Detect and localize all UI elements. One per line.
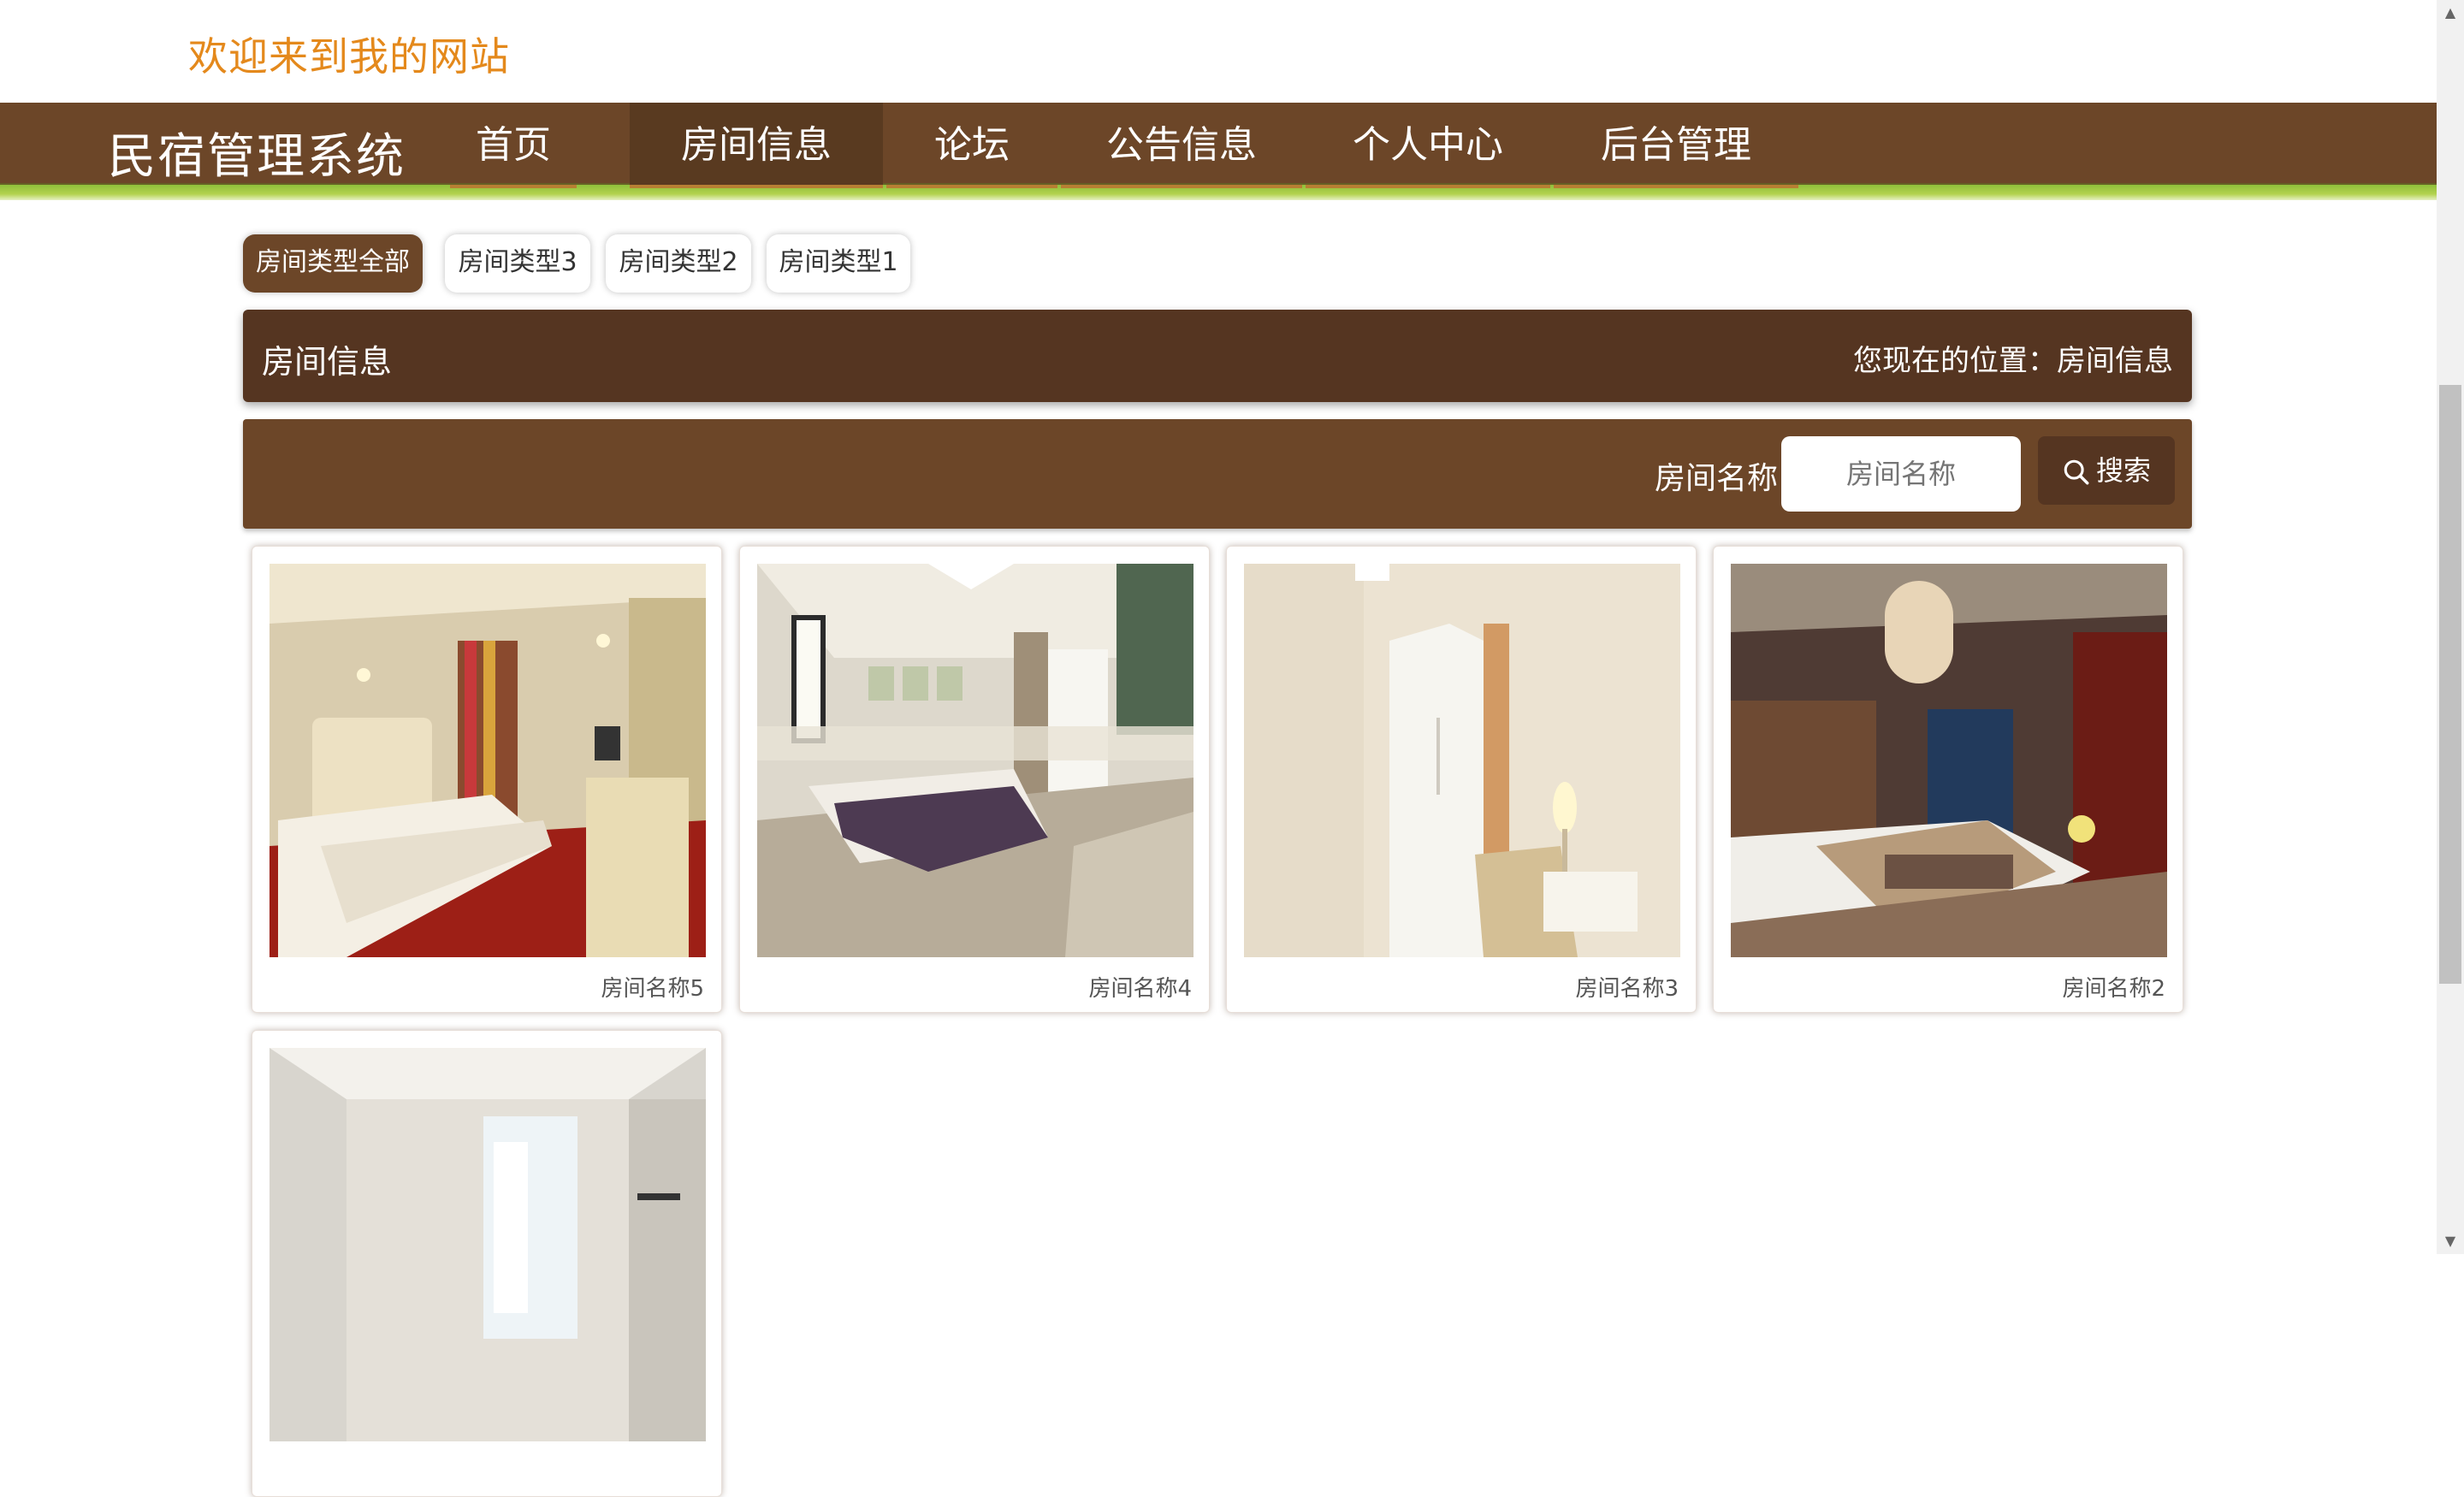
search-bar: 房间名称 搜索 — [243, 419, 2192, 529]
scrollbar-thumb[interactable] — [2439, 385, 2461, 984]
search-input[interactable] — [1781, 436, 2021, 512]
nav-item-profile[interactable]: 个人中心 — [1306, 103, 1550, 188]
search-button[interactable]: 搜索 — [2038, 436, 2175, 505]
page-title: 房间信息 — [262, 343, 393, 381]
room-name: 房间名称2 — [2062, 976, 2165, 1002]
room-card[interactable]: 房间名称2 — [1713, 546, 2183, 1013]
breadcrumb-location: 您现在的位置：房间信息 — [1853, 344, 2173, 378]
filter-chip-type3[interactable]: 房间类型3 — [445, 234, 590, 293]
welcome-text: 欢迎来到我的网站 — [188, 33, 510, 80]
nav-item-admin[interactable]: 后台管理 — [1554, 103, 1798, 188]
search-icon — [2064, 459, 2089, 485]
room-card[interactable]: 房间名称3 — [1226, 546, 1697, 1013]
nav-item-announcements[interactable]: 公告信息 — [1061, 103, 1302, 188]
search-button-label: 搜索 — [2095, 454, 2151, 487]
nav-item-forum[interactable]: 论坛 — [886, 103, 1057, 188]
room-name: 房间名称3 — [1575, 976, 1679, 1002]
filter-chip-all[interactable]: 房间类型全部 — [243, 234, 423, 293]
room-card[interactable]: 房间名称5 — [252, 546, 722, 1013]
room-name: 房间名称5 — [601, 976, 704, 1002]
room-image[interactable] — [1244, 564, 1680, 957]
filter-chip-type2[interactable]: 房间类型2 — [606, 234, 751, 293]
search-label: 房间名称 — [1655, 461, 1779, 496]
site-brand: 民宿管理系统 — [108, 129, 406, 185]
room-card[interactable] — [252, 1030, 722, 1497]
nav-item-rooms[interactable]: 房间信息 — [630, 103, 883, 188]
breadcrumb-bar: 房间信息 您现在的位置：房间信息 — [243, 310, 2192, 402]
filter-chip-type1[interactable]: 房间类型1 — [767, 234, 910, 293]
room-image[interactable] — [1731, 564, 2167, 957]
room-image[interactable] — [757, 564, 1194, 957]
room-card[interactable]: 房间名称4 — [739, 546, 1210, 1013]
nav-item-home[interactable]: 首页 — [450, 103, 577, 188]
room-image[interactable] — [270, 1048, 706, 1441]
room-name: 房间名称4 — [1088, 976, 1192, 1002]
scroll-up-arrow-icon[interactable]: ▲ — [2437, 0, 2464, 26]
room-image[interactable] — [270, 564, 706, 957]
scroll-down-arrow-icon[interactable]: ▼ — [2437, 1228, 2464, 1254]
